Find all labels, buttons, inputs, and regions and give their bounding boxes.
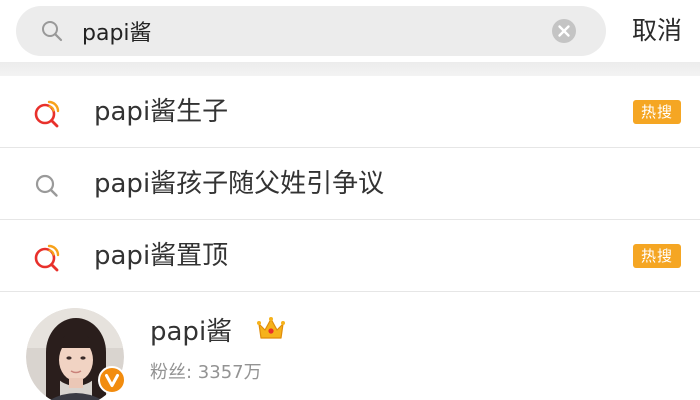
header-divider (0, 62, 700, 76)
search-icon (35, 174, 58, 197)
suggestion-item[interactable]: papi酱孩子随父姓引争议 (0, 148, 700, 220)
suggestion-item[interactable]: papi酱置顶 热搜 (0, 220, 700, 292)
search-header: 取消 (0, 0, 700, 66)
search-icon (42, 21, 63, 42)
follower-count: 粉丝: 3357万 (150, 362, 262, 383)
user-result-card[interactable]: papi酱 粉丝: 3357万 (0, 294, 700, 400)
hot-search-icon (34, 244, 60, 272)
user-name: papi酱 (150, 317, 233, 347)
search-field[interactable] (16, 6, 606, 56)
verified-badge-icon (98, 366, 126, 394)
suggestion-list: papi酱生子 热搜 papi酱孩子随父姓引争议 papi酱置顶 热搜 (0, 76, 700, 292)
crown-icon (257, 317, 285, 339)
search-input[interactable] (82, 12, 532, 50)
suggestion-text: papi酱置顶 (94, 241, 229, 271)
hot-badge: 热搜 (633, 244, 681, 268)
cancel-button[interactable]: 取消 (622, 10, 692, 52)
clear-icon[interactable] (551, 18, 577, 44)
suggestion-item[interactable]: papi酱生子 热搜 (0, 76, 700, 148)
suggestion-text: papi酱孩子随父姓引争议 (94, 169, 385, 199)
hot-search-icon (34, 100, 60, 128)
suggestion-text: papi酱生子 (94, 97, 229, 127)
hot-badge: 热搜 (633, 100, 681, 124)
search-page: 取消 papi酱生子 热搜 papi酱孩子随父姓引争议 (0, 0, 700, 400)
